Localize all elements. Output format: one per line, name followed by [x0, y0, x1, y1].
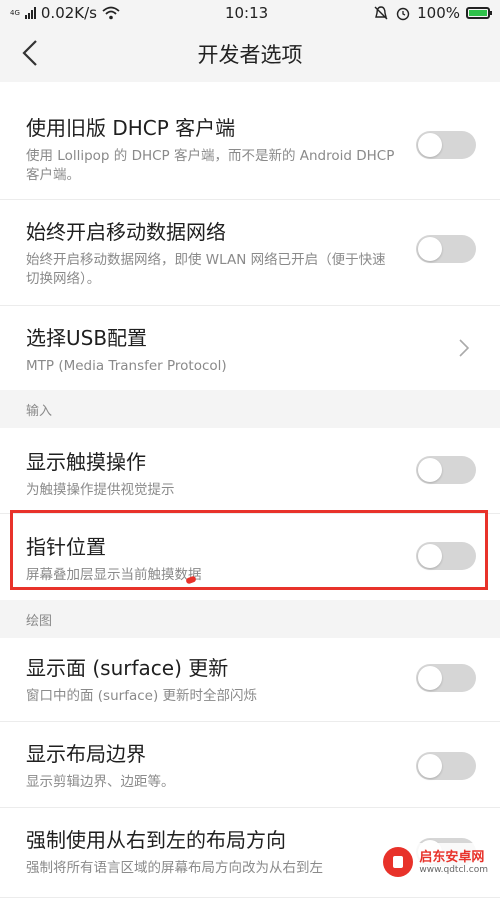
- setting-title: 始终开启移动数据网络: [26, 220, 226, 244]
- alarm-icon: [396, 7, 410, 21]
- watermark-name: 启东安卓网: [419, 849, 485, 865]
- setting-subtitle: 使用 Lollipop 的 DHCP 客户端，而不是新的 Android DHC…: [26, 148, 395, 183]
- setting-title: 使用旧版 DHCP 客户端: [26, 116, 236, 140]
- watermark-text: 启东安卓网 www.qdtcl.com: [419, 850, 488, 875]
- setting-subtitle: 为触摸操作提供视觉提示: [26, 482, 175, 498]
- setting-subtitle: 始终开启移动数据网络，即使 WLAN 网络已开启（便于快速切换网络）。: [26, 252, 386, 287]
- setting-usb-config[interactable]: 选择USB配置 MTP (Media Transfer Protocol): [0, 306, 500, 390]
- watermark-logo-icon: [383, 847, 414, 877]
- toggle-knob: [418, 458, 442, 482]
- section-header-drawing: 绘图: [0, 600, 500, 638]
- signal-icon: [24, 7, 36, 19]
- network-type: 4G: [10, 9, 20, 17]
- setting-mobile-data-always-on[interactable]: 始终开启移动数据网络 始终开启移动数据网络，即使 WLAN 网络已开启（便于快速…: [0, 200, 500, 306]
- network-speed: 0.02K/s: [40, 4, 97, 22]
- status-bar: 4G 0.02K/s 10:13 100%: [0, 0, 500, 26]
- toggle-switch[interactable]: [416, 664, 476, 692]
- setting-show-surface-updates[interactable]: 显示面 (surface) 更新 窗口中的面 (surface) 更新时全部闪烁: [0, 638, 500, 722]
- top-spacer: [0, 82, 500, 98]
- setting-title: 显示触摸操作: [26, 450, 146, 474]
- toggle-knob: [418, 544, 442, 568]
- toggle-switch[interactable]: [416, 542, 476, 570]
- status-right: 100%: [373, 4, 492, 22]
- status-time: 10:13: [224, 4, 269, 22]
- watermark-url: www.qdtcl.com: [419, 864, 488, 875]
- setting-show-touches[interactable]: 显示触摸操作 为触摸操作提供视觉提示: [0, 428, 500, 514]
- mute-bell-icon: [374, 6, 388, 20]
- setting-subtitle: 屏幕叠加层显示当前触摸数据: [26, 567, 202, 583]
- app-header: 开发者选项: [0, 26, 500, 82]
- setting-legacy-dhcp[interactable]: 使用旧版 DHCP 客户端 使用 Lollipop 的 DHCP 客户端，而不是…: [0, 98, 500, 200]
- setting-subtitle: MTP (Media Transfer Protocol): [26, 358, 227, 374]
- settings-list: 使用旧版 DHCP 客户端 使用 Lollipop 的 DHCP 客户端，而不是…: [0, 82, 500, 898]
- status-left: 4G 0.02K/s: [10, 4, 120, 22]
- page-title: 开发者选项: [197, 43, 303, 67]
- toggle-knob: [418, 133, 442, 157]
- section-header-input: 输入: [0, 390, 500, 428]
- toggle-switch[interactable]: [416, 235, 476, 263]
- battery-percent: 100%: [417, 4, 460, 22]
- toggle-switch[interactable]: [416, 752, 476, 780]
- toggle-knob: [418, 237, 442, 261]
- toggle-switch[interactable]: [416, 456, 476, 484]
- setting-pointer-location[interactable]: 指针位置 屏幕叠加层显示当前触摸数据: [0, 514, 500, 600]
- setting-title: 显示布局边界: [26, 742, 146, 766]
- setting-subtitle: 窗口中的面 (surface) 更新时全部闪烁: [26, 688, 258, 704]
- chevron-left-icon[interactable]: [16, 38, 46, 68]
- wifi-icon: [102, 6, 120, 20]
- setting-title: 选择USB配置: [26, 326, 148, 350]
- watermark: 启东安卓网 www.qdtcl.com: [377, 843, 494, 881]
- toggle-knob: [418, 666, 442, 690]
- toggle-switch[interactable]: [416, 131, 476, 159]
- battery-icon: [466, 7, 492, 19]
- setting-title: 指针位置: [26, 535, 106, 559]
- setting-show-layout-bounds[interactable]: 显示布局边界 显示剪辑边界、边距等。: [0, 722, 500, 808]
- setting-subtitle: 显示剪辑边界、边距等。: [26, 774, 175, 790]
- chevron-right-icon: [459, 339, 470, 357]
- setting-subtitle: 强制将所有语言区域的屏幕布局方向改为从右到左: [26, 860, 323, 876]
- setting-title: 显示面 (surface) 更新: [26, 656, 229, 680]
- toggle-knob: [418, 754, 442, 778]
